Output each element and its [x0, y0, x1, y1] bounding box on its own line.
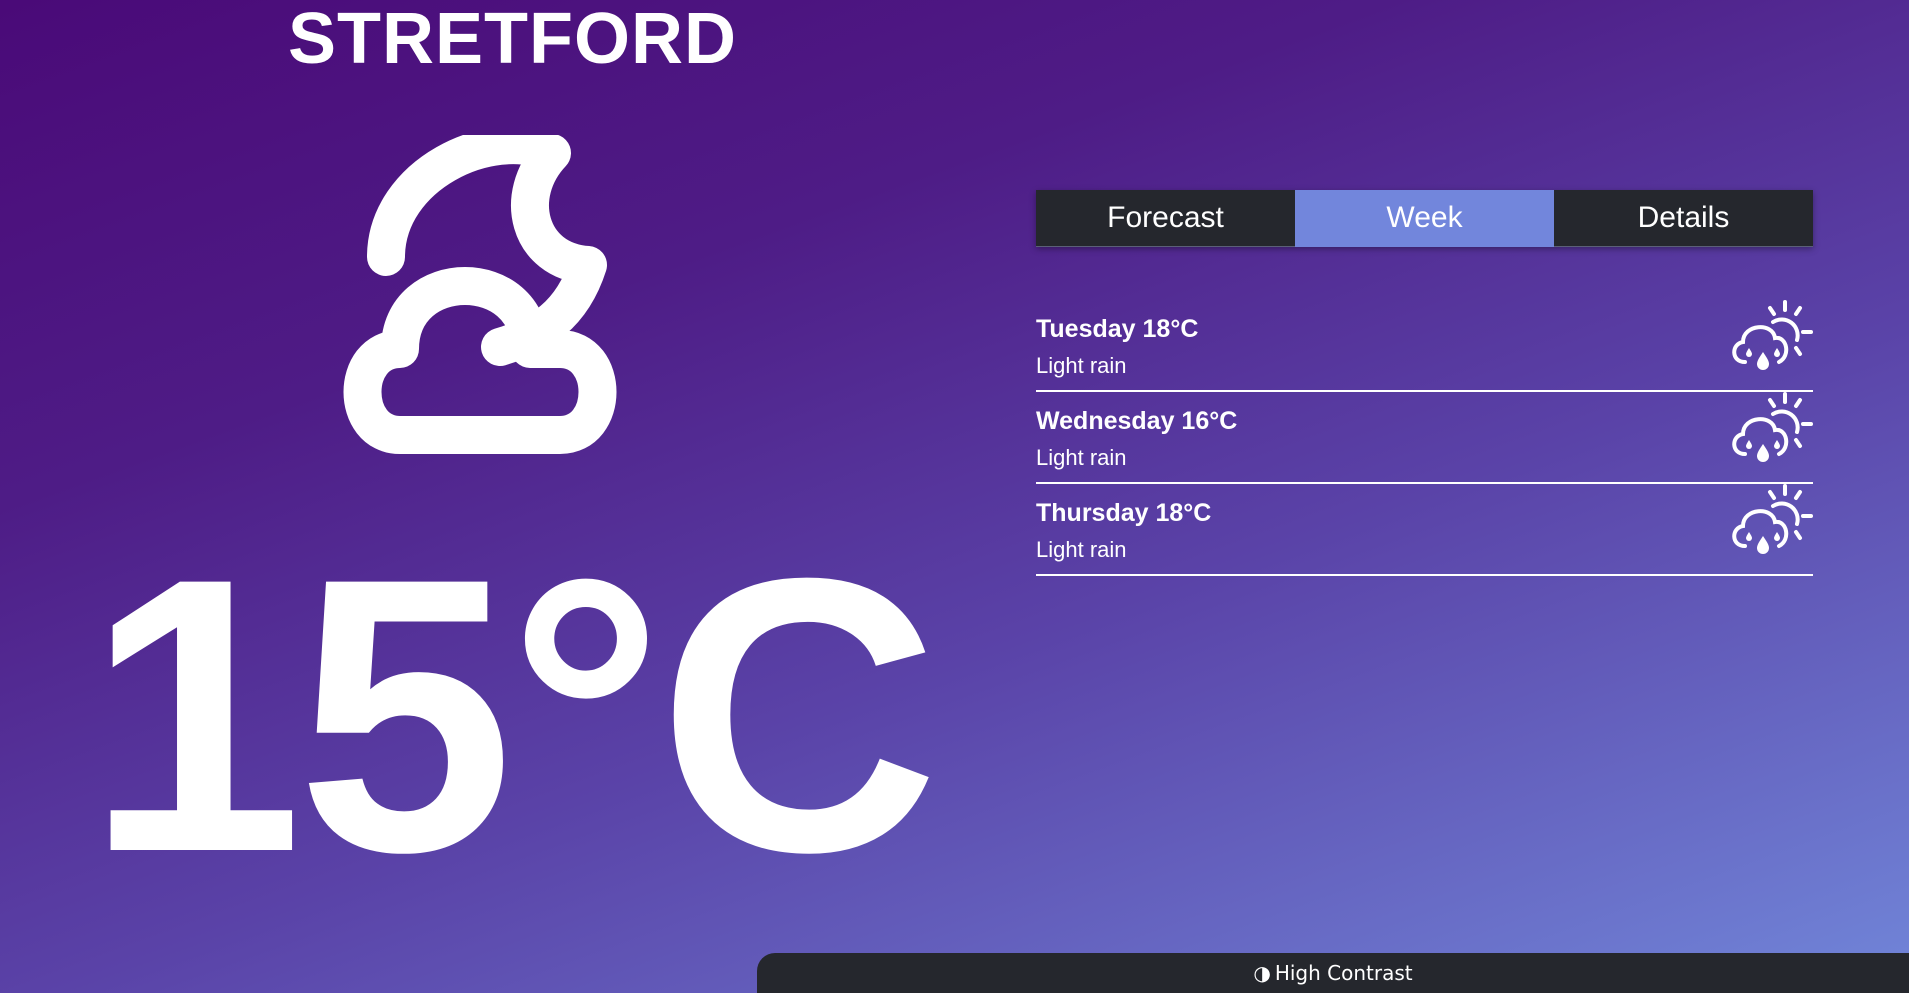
tab-week[interactable]: Week: [1295, 190, 1554, 247]
day-title: Tuesday 18°C: [1036, 315, 1199, 343]
day-condition: Light rain: [1036, 537, 1127, 562]
city-name: STRETFORD: [288, 0, 737, 79]
cloud-moon-icon: [340, 126, 690, 465]
cloud-sun-rain-icon: [1729, 484, 1813, 558]
high-contrast-label: High Contrast: [1274, 961, 1413, 985]
tab-forecast[interactable]: Forecast: [1036, 190, 1295, 247]
week-forecast-list: Tuesday 18°C Light rain Wednesday 16°C L…: [1036, 300, 1813, 576]
day-condition: Light rain: [1036, 445, 1127, 470]
high-contrast-toggle[interactable]: ◑ High Contrast: [757, 953, 1909, 993]
day-condition: Light rain: [1036, 353, 1127, 378]
view-tabs: Forecast Week Details: [1036, 190, 1813, 247]
current-temperature: 15°C: [86, 497, 939, 933]
day-title: Wednesday 16°C: [1036, 407, 1238, 435]
cloud-sun-rain-icon: [1729, 392, 1813, 466]
day-title: Thursday 18°C: [1036, 499, 1212, 527]
list-item: Wednesday 16°C Light rain: [1036, 392, 1813, 484]
cloud-sun-rain-icon: [1729, 300, 1813, 374]
tab-details[interactable]: Details: [1554, 190, 1813, 247]
list-item: Tuesday 18°C Light rain: [1036, 300, 1813, 392]
contrast-icon: ◑: [1253, 961, 1271, 985]
list-item: Thursday 18°C Light rain: [1036, 484, 1813, 576]
